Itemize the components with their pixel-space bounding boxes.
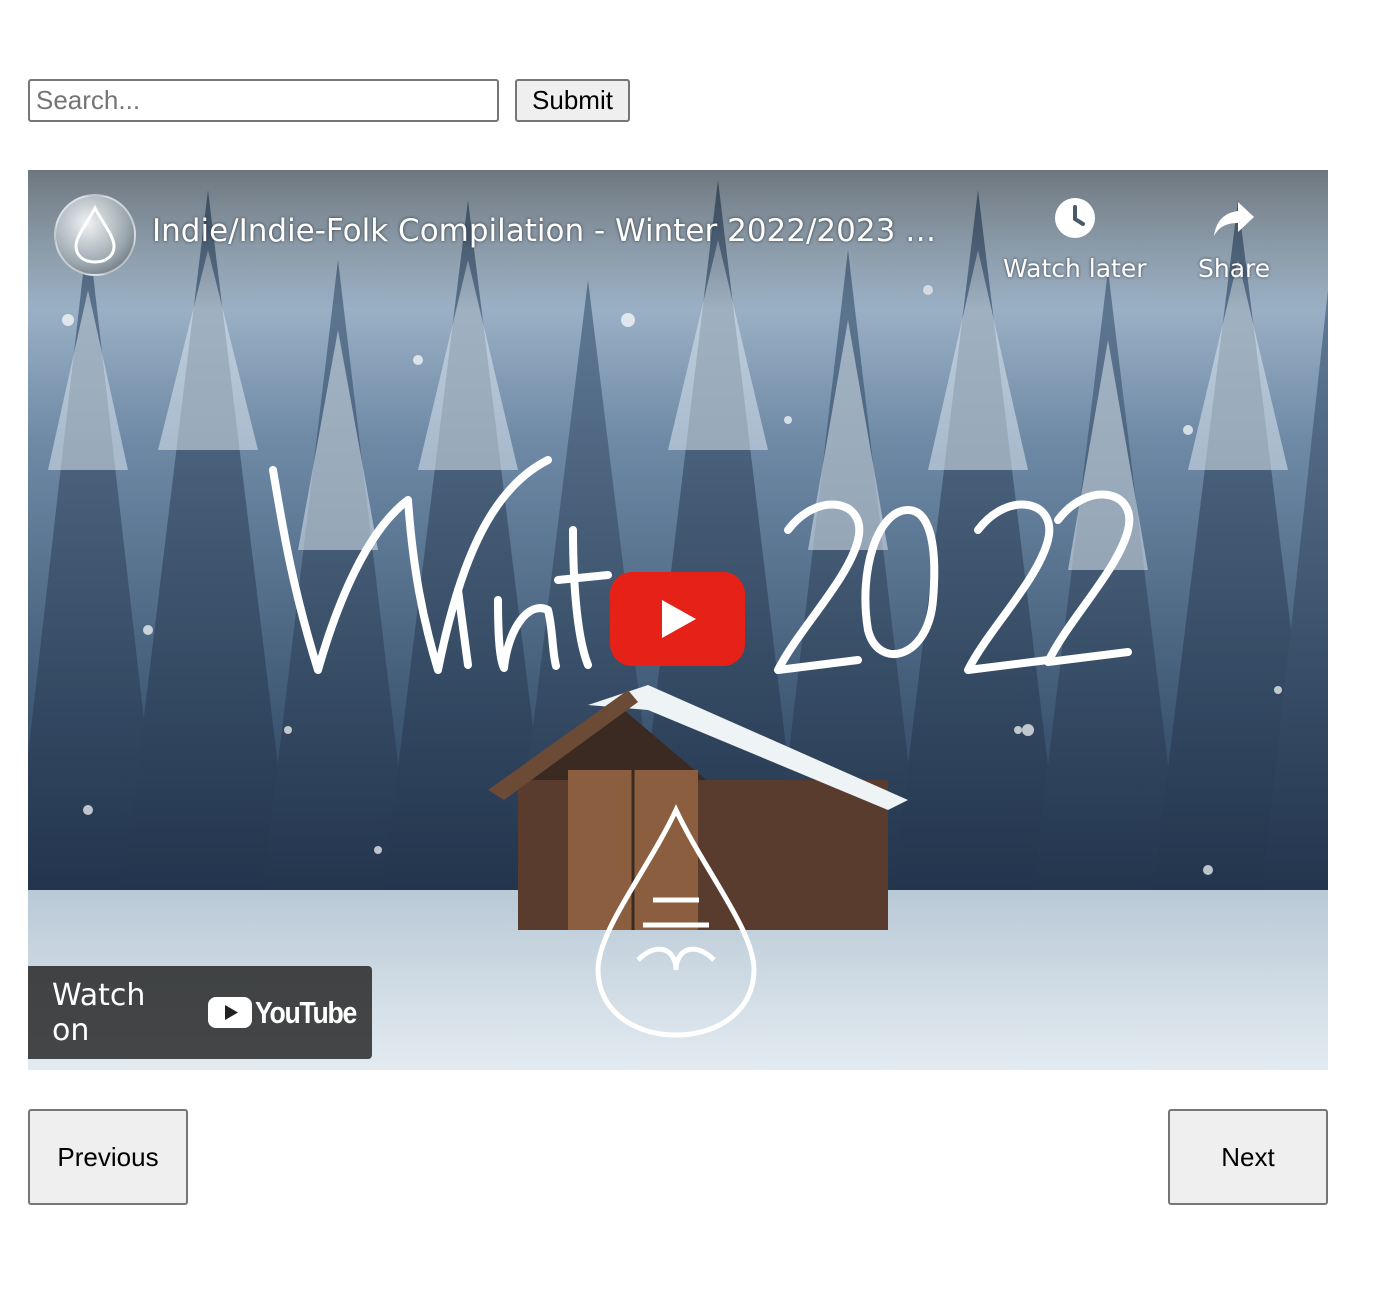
watch-later-button[interactable]: Watch later [1003, 196, 1147, 283]
watch-on-label: Watch on [52, 977, 146, 1048]
share-label: Share [1198, 254, 1271, 283]
play-button[interactable] [610, 572, 745, 666]
watch-later-label: Watch later [1003, 254, 1147, 283]
share-arrow-icon [1214, 202, 1255, 236]
submit-button[interactable]: Submit [515, 79, 630, 122]
video-embed[interactable]: Indie/Indie-Folk Compilation - Winter 20… [28, 170, 1328, 1070]
clock-icon [1054, 198, 1095, 238]
search-form: Submit [28, 79, 630, 122]
search-input[interactable] [28, 79, 499, 122]
watch-on-youtube-button[interactable]: Watch on YouTube [28, 966, 372, 1059]
share-button[interactable]: Share [1198, 196, 1270, 283]
youtube-logo: YouTube [207, 994, 373, 1031]
youtube-wordmark: YouTube [254, 994, 357, 1030]
video-title[interactable]: Indie/Indie-Folk Compilation - Winter 20… [152, 213, 962, 249]
channel-avatar[interactable] [54, 194, 136, 276]
next-button[interactable]: Next [1168, 1109, 1328, 1205]
previous-button[interactable]: Previous [28, 1109, 188, 1205]
youtube-play-icon [207, 997, 252, 1028]
